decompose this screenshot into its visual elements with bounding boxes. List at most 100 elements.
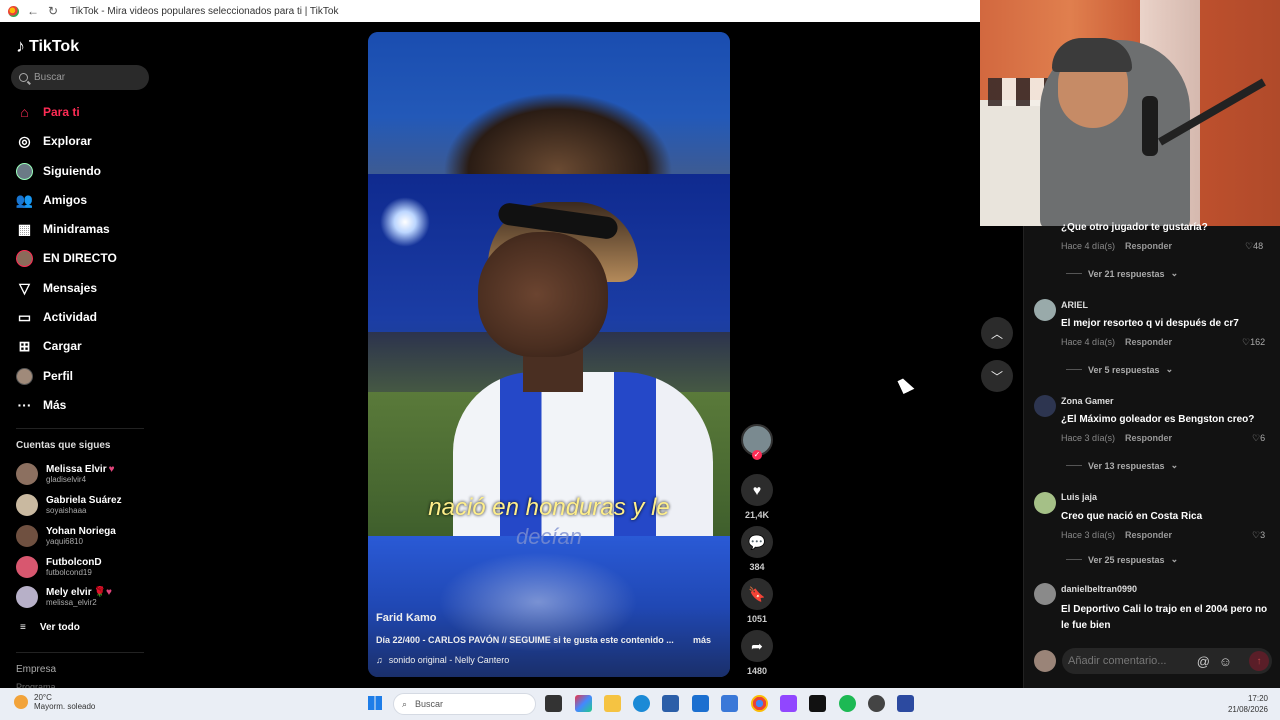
reply-button[interactable]: Responder bbox=[1125, 337, 1172, 347]
nav-minidramas[interactable]: ▦ Minidramas bbox=[16, 218, 110, 240]
sun-icon bbox=[14, 695, 28, 709]
nav-label: Más bbox=[43, 398, 67, 412]
taskbar-search-label: Buscar bbox=[415, 699, 444, 709]
ea-icon[interactable] bbox=[897, 695, 914, 712]
weather-widget[interactable]: 20°C Mayorm. soleado bbox=[14, 693, 95, 711]
send-comment-button[interactable]: ↑ bbox=[1249, 651, 1269, 671]
view-replies-button[interactable]: Ver 13 respuestas ⌄ bbox=[1066, 460, 1178, 471]
film-icon: ▦ bbox=[17, 220, 32, 237]
comment-time: Hace 4 día(s) bbox=[1061, 337, 1116, 347]
profile-icon bbox=[16, 367, 33, 385]
arrow-up-icon: ↑ bbox=[1256, 655, 1262, 667]
comment-author[interactable]: Zona Gamer bbox=[1061, 396, 1114, 406]
like-button[interactable]: ♥ bbox=[741, 474, 773, 506]
following-item[interactable]: Gabriela Suárez soyaishaaa bbox=[16, 494, 122, 516]
next-video-button[interactable]: ﹀ bbox=[981, 360, 1013, 392]
reply-button[interactable]: Responder bbox=[1125, 433, 1172, 443]
view-replies-button[interactable]: Ver 5 respuestas ⌄ bbox=[1066, 364, 1173, 375]
task-view-icon[interactable] bbox=[545, 695, 562, 712]
file-explorer-icon[interactable] bbox=[604, 695, 621, 712]
photoshop-icon[interactable] bbox=[692, 695, 709, 712]
outlook-icon[interactable] bbox=[721, 695, 738, 712]
save-button[interactable]: 🔖 bbox=[741, 578, 773, 610]
prev-video-button[interactable]: ︿ bbox=[981, 317, 1013, 349]
nav-mensajes[interactable]: ▽ Mensajes bbox=[16, 277, 97, 299]
nav-en-directo[interactable]: EN DIRECTO bbox=[16, 247, 117, 269]
avatar[interactable] bbox=[1034, 492, 1056, 514]
share-button[interactable]: ➦ bbox=[741, 630, 773, 662]
app-icon[interactable] bbox=[868, 695, 885, 712]
store-icon[interactable] bbox=[662, 695, 679, 712]
avatar bbox=[16, 586, 38, 608]
following-item[interactable]: FutbolconD futbolcond19 bbox=[16, 556, 102, 578]
reply-button[interactable]: Responder bbox=[1125, 530, 1172, 540]
chrome-icon[interactable] bbox=[751, 695, 768, 712]
video-subtitle: nació en honduras y le bbox=[428, 494, 670, 521]
share-arrow-icon: ➦ bbox=[751, 637, 763, 654]
emoji-icon[interactable]: ☺ bbox=[1219, 654, 1232, 669]
nav-para-ti[interactable]: ⌂ Para ti bbox=[16, 101, 80, 123]
nav-cargar[interactable]: ⊞ Cargar bbox=[16, 335, 82, 357]
nav-explorar[interactable]: ◎ Explorar bbox=[16, 130, 91, 152]
comment-count: 384 bbox=[749, 562, 765, 572]
avatar[interactable] bbox=[1034, 583, 1056, 605]
mention-icon[interactable]: @ bbox=[1197, 654, 1210, 669]
edge-icon[interactable] bbox=[633, 695, 650, 712]
heart-icon: ♥ bbox=[108, 464, 115, 475]
spotify-icon[interactable] bbox=[839, 695, 856, 712]
comment-author[interactable]: danielbeltran0990 bbox=[1061, 584, 1137, 594]
avatar bbox=[16, 494, 38, 516]
follow-plus-icon[interactable]: ✓ bbox=[752, 450, 762, 460]
following-name: FutbolconD bbox=[46, 557, 102, 568]
video-sound[interactable]: ♫ sonido original - Nelly Cantero bbox=[376, 655, 509, 665]
nav-amigos[interactable]: 👥 Amigos bbox=[16, 189, 87, 211]
copilot-icon[interactable] bbox=[575, 695, 592, 712]
twitch-icon[interactable] bbox=[780, 695, 797, 712]
tiktok-icon[interactable] bbox=[809, 695, 826, 712]
comment-like-count: 162 bbox=[1250, 337, 1266, 347]
avatar[interactable] bbox=[1034, 299, 1056, 321]
comment-like-count: 6 bbox=[1260, 433, 1266, 443]
avatar[interactable] bbox=[1034, 395, 1056, 417]
footer-company-link[interactable]: Empresa bbox=[16, 664, 56, 675]
chevron-down-icon: ⌄ bbox=[1170, 460, 1179, 470]
chevron-up-icon: ︿ bbox=[990, 326, 1003, 341]
video-player[interactable]: nació en honduras y le decían Farid Kamo… bbox=[368, 32, 730, 677]
more-link[interactable]: más bbox=[693, 635, 711, 645]
video-author[interactable]: Farid Kamo bbox=[376, 612, 437, 624]
add-comment-input[interactable]: Añadir comentario... @ ☺ bbox=[1062, 648, 1272, 674]
taskbar-search[interactable]: ⌕ Buscar bbox=[393, 693, 536, 715]
nav-perfil[interactable]: Perfil bbox=[16, 365, 73, 387]
comment-like-count: 3 bbox=[1260, 530, 1266, 540]
following-name: Yohan Noriega bbox=[46, 526, 116, 537]
following-item[interactable]: Yohan Noriega yaqui6810 bbox=[16, 525, 116, 547]
view-replies-button[interactable]: Ver 21 respuestas ⌄ bbox=[1066, 268, 1178, 279]
search-input[interactable]: Buscar bbox=[11, 65, 149, 90]
comment-author[interactable]: ARIEL bbox=[1061, 300, 1088, 310]
nav-actividad[interactable]: ▭ Actividad bbox=[16, 306, 97, 328]
tiktok-logo[interactable]: ♪ TikTok bbox=[16, 36, 79, 57]
nav-label: Para ti bbox=[43, 105, 80, 119]
see-all-button[interactable]: ≡ Ver todo bbox=[20, 622, 80, 633]
comment-meta: Hace 3 día(s) Responder bbox=[1061, 530, 1172, 540]
search-icon bbox=[19, 73, 28, 82]
comment-like[interactable]: ♡6 bbox=[1252, 433, 1265, 444]
following-item[interactable]: Melissa Elvir ♥ gladiselvir4 bbox=[16, 463, 115, 485]
live-icon bbox=[16, 249, 33, 267]
windows-start-icon[interactable] bbox=[368, 696, 382, 710]
comment-like[interactable]: ♡48 bbox=[1245, 241, 1263, 252]
nav-mas[interactable]: ··· Más bbox=[16, 394, 67, 416]
view-replies-button[interactable]: Ver 25 respuestas ⌄ bbox=[1066, 554, 1178, 565]
comment-author[interactable]: Luis jaja bbox=[1061, 492, 1097, 502]
following-item[interactable]: Mely elvir 🌹♥ melissa_elvir2 bbox=[16, 586, 112, 608]
nav-siguiendo[interactable]: Siguiendo bbox=[16, 160, 101, 182]
comment-like[interactable]: ♡3 bbox=[1252, 530, 1265, 541]
back-arrow-icon[interactable]: ← bbox=[26, 4, 40, 18]
reply-button[interactable]: Responder bbox=[1125, 241, 1172, 251]
comment-like[interactable]: ♡162 bbox=[1242, 337, 1265, 348]
comment-button[interactable]: 💬 bbox=[741, 526, 773, 558]
share-count: 1480 bbox=[746, 666, 768, 676]
system-clock[interactable]: 17:20 21/08/2026 bbox=[1228, 693, 1268, 715]
reload-icon[interactable]: ↻ bbox=[46, 4, 60, 18]
music-note-icon: ♫ bbox=[376, 655, 383, 665]
